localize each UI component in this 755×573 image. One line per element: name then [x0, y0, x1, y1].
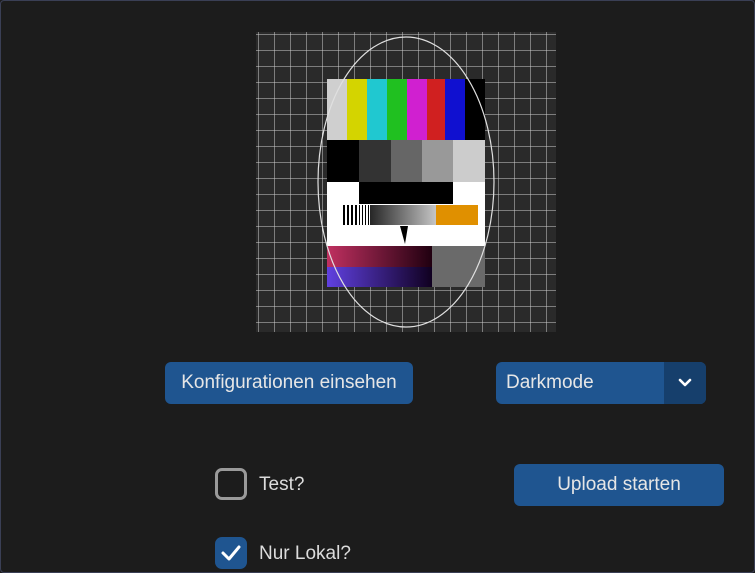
checkmark-icon	[221, 545, 241, 561]
chevron-down-icon[interactable]	[664, 362, 706, 404]
test-checkbox-label: Test?	[259, 474, 305, 495]
grayscale-steps	[327, 140, 485, 182]
start-upload-button[interactable]: Upload starten	[514, 464, 724, 506]
app-window: Konfigurationen einsehen Darkmode Test? …	[0, 0, 755, 573]
view-configurations-button[interactable]: Konfigurationen einsehen	[165, 362, 413, 404]
resolution-bars	[343, 205, 436, 225]
test-pattern-image	[256, 32, 556, 332]
local-only-checkbox-label: Nur Lokal?	[259, 543, 351, 564]
color-bars	[327, 79, 485, 140]
theme-select[interactable]: Darkmode	[496, 362, 706, 404]
theme-select-value: Darkmode	[506, 372, 594, 393]
local-only-checkbox[interactable]	[215, 537, 247, 569]
test-checkbox[interactable]	[215, 468, 247, 500]
